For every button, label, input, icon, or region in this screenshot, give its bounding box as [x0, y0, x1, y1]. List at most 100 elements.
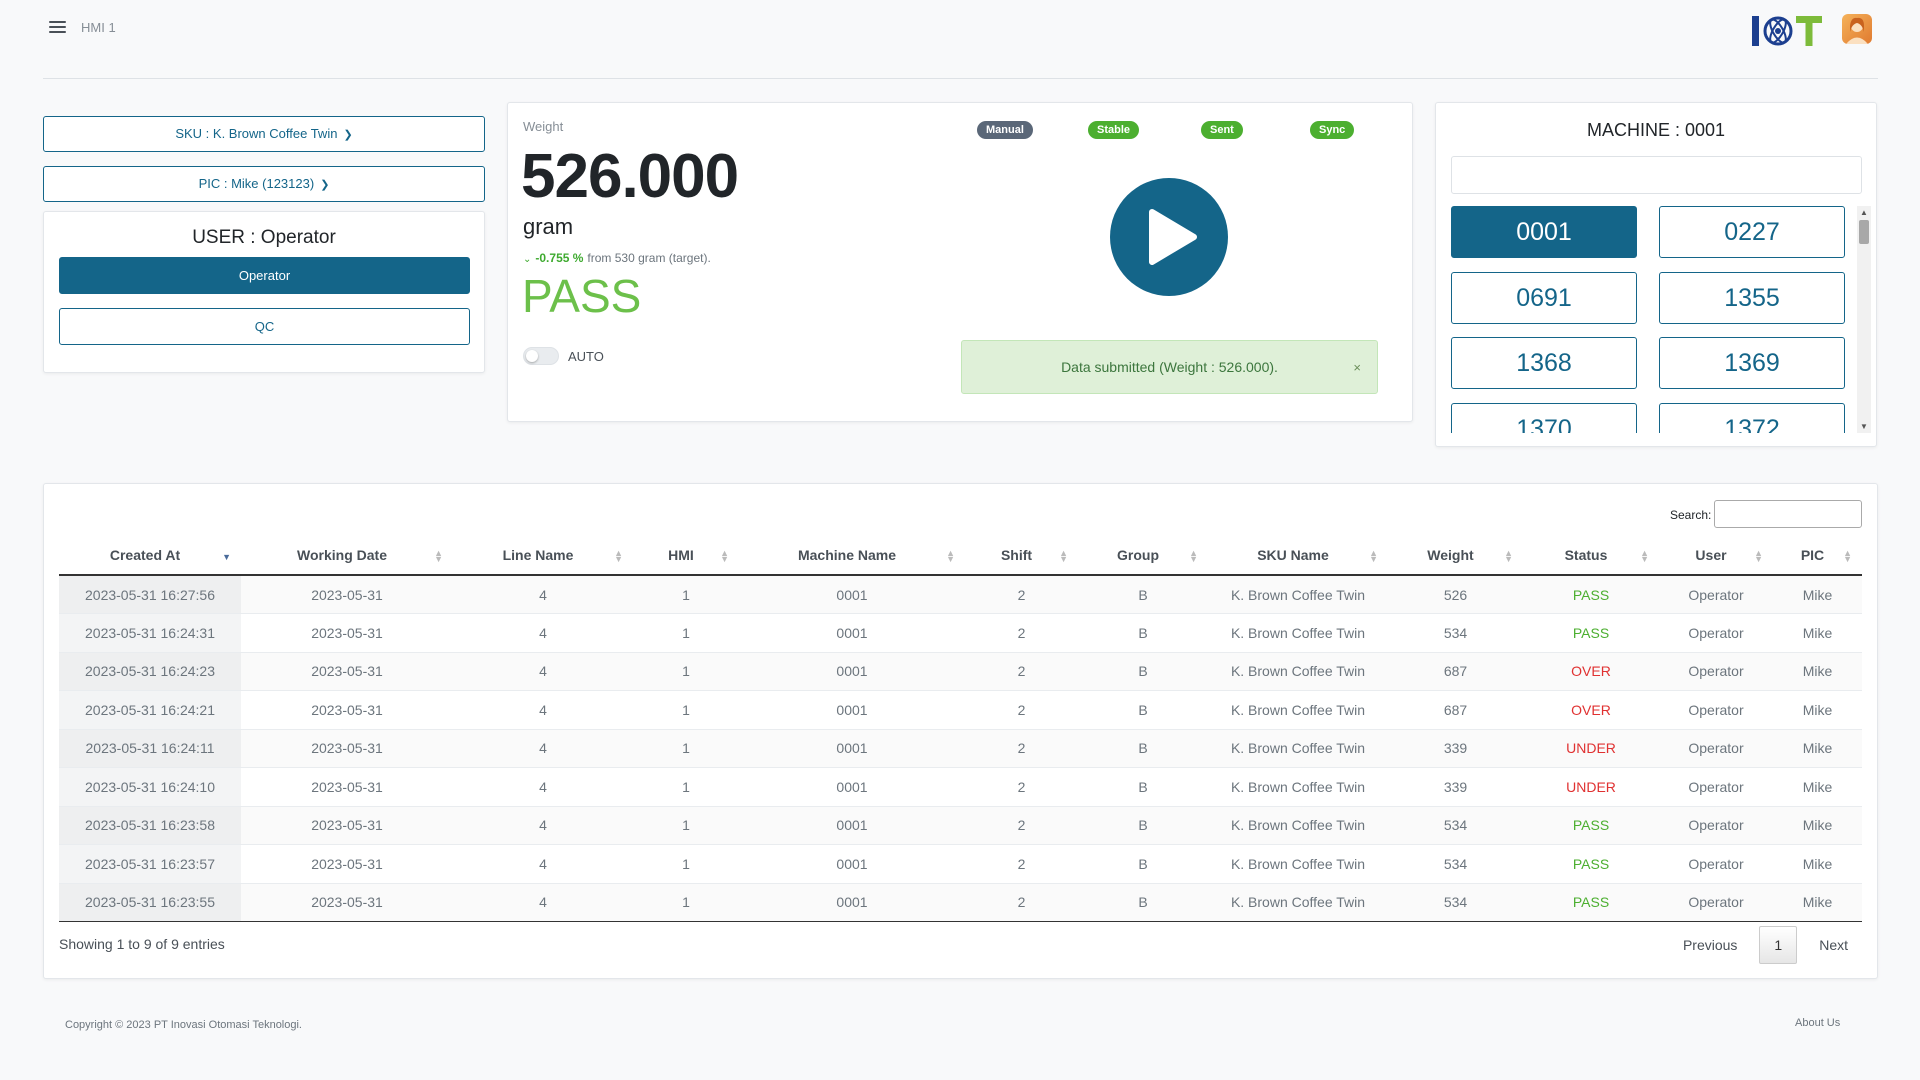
table-cell: UNDER	[1523, 729, 1659, 768]
table-cell: K. Brown Coffee Twin	[1208, 690, 1388, 730]
play-button[interactable]	[1110, 178, 1228, 296]
sku-select[interactable]: SKU : K. Brown Coffee Twin ❯	[43, 116, 485, 152]
role-qc-button[interactable]: QC	[59, 308, 470, 345]
col-machine-name[interactable]: Machine Name ▲ ▼	[739, 536, 965, 576]
previous-page-button[interactable]: Previous	[1683, 937, 1737, 953]
table-cell: Mike	[1773, 806, 1862, 845]
weight-label: Weight	[523, 119, 564, 134]
table-cell: 2023-05-31 16:24:31	[59, 613, 241, 653]
menu-icon[interactable]	[49, 21, 66, 35]
iot-logo	[1750, 10, 1825, 50]
col-shift[interactable]: Shift ▲ ▼	[965, 536, 1078, 576]
table-cell: 2	[965, 613, 1078, 653]
table-cell: 4	[453, 613, 633, 653]
col-working-date[interactable]: Working Date ▲ ▼	[241, 536, 453, 576]
table-cell: 2	[965, 729, 1078, 768]
table-header-row: Created At ▼ Working Date ▲ ▼ Line Name ▲ ▼ H…	[59, 536, 1862, 576]
col-user[interactable]: User ▲ ▼	[1659, 536, 1773, 576]
table-cell: Operator	[1659, 729, 1773, 768]
machine-search-input[interactable]	[1451, 156, 1862, 194]
column-header-label: User	[1695, 547, 1727, 563]
page-1-button[interactable]: 1	[1759, 926, 1798, 964]
chevron-down-icon: ❯	[343, 129, 353, 141]
machine-item-0691[interactable]: 0691	[1451, 272, 1637, 324]
table-cell: 2023-05-31	[241, 690, 453, 730]
scroll-down-icon[interactable]: ▼	[1860, 422, 1868, 431]
col-hmi[interactable]: HMI ▲ ▼	[633, 536, 739, 576]
column-header-label: HMI	[668, 547, 694, 563]
table-cell: 4	[453, 767, 633, 807]
auto-toggle[interactable]	[523, 347, 559, 365]
page-title: HMI 1	[81, 20, 116, 35]
badge-sync: Sync	[1310, 121, 1355, 139]
table-cell: 2023-05-31 16:24:11	[59, 729, 241, 768]
table-cell: 2023-05-31	[241, 575, 453, 614]
table-cell: 2023-05-31	[241, 844, 453, 884]
table-cell: Mike	[1773, 652, 1862, 691]
table-cell: Mike	[1773, 883, 1862, 922]
machine-item-1368[interactable]: 1368	[1451, 337, 1637, 389]
weight-card: Weight 526.000 gram ⌄ -0.755 % from 530 gr…	[507, 102, 1413, 422]
table-cell: 339	[1388, 729, 1523, 768]
table-cell: 0001	[739, 767, 965, 807]
about-us-link[interactable]: About Us	[1795, 1017, 1840, 1029]
table-cell: 0001	[739, 883, 965, 922]
col-group[interactable]: Group ▲ ▼	[1078, 536, 1208, 576]
table-cell: Operator	[1659, 652, 1773, 691]
machine-title: MACHINE : 0001	[1586, 120, 1726, 140]
pic-select[interactable]: PIC : Mike (123123) ❯	[43, 166, 485, 202]
table-cell: 1	[633, 652, 739, 691]
machine-item-0227[interactable]: 0227	[1659, 206, 1845, 258]
table-cell: 2023-05-31 16:27:56	[59, 575, 241, 614]
machine-item-1369[interactable]: 1369	[1659, 337, 1845, 389]
machine-item-1370[interactable]: 1370	[1451, 403, 1637, 433]
table-cell: B	[1078, 844, 1208, 884]
machine-item-0001[interactable]: 0001	[1451, 206, 1637, 258]
column-header-label: Status	[1564, 547, 1608, 563]
col-sku-name[interactable]: SKU Name ▲ ▼	[1208, 536, 1388, 576]
col-status[interactable]: Status ▲ ▼	[1523, 536, 1659, 576]
col-line-name[interactable]: Line Name ▲ ▼	[453, 536, 633, 576]
machine-card: MACHINE : 0001 0001 0227 0691 1355 1368 …	[1435, 102, 1877, 447]
col-weight[interactable]: Weight ▲ ▼	[1388, 536, 1523, 576]
table-cell: 2	[965, 844, 1078, 884]
machine-item-1372[interactable]: 1372	[1659, 403, 1845, 433]
col-pic[interactable]: PIC ▲ ▼	[1773, 536, 1862, 576]
table-cell: Mike	[1773, 575, 1862, 614]
pagination: Previous 1 Next	[1683, 926, 1862, 966]
weight-unit: gram	[523, 214, 574, 239]
machine-item-1355[interactable]: 1355	[1659, 272, 1845, 324]
chevron-down-icon: ❯	[320, 179, 330, 191]
table-cell: K. Brown Coffee Twin	[1208, 767, 1388, 807]
col-created-at[interactable]: Created At ▼	[59, 536, 241, 576]
table-search-input[interactable]	[1714, 500, 1862, 528]
table-row: 2023-05-31 16:24:31 2023-05-31 4 1 0001 2 B K. …	[59, 613, 1862, 653]
table-cell: UNDER	[1523, 767, 1659, 807]
table-cell: PASS	[1523, 883, 1659, 922]
table-cell: 1	[633, 729, 739, 768]
alert-text: Data submitted (Weight : 526.000).	[1061, 359, 1278, 375]
machine-list-scrollbar[interactable]: ▲ ▼	[1857, 206, 1871, 433]
table-cell: 2023-05-31	[241, 613, 453, 653]
table-cell: PASS	[1523, 844, 1659, 884]
table-cell: B	[1078, 767, 1208, 807]
user-avatar[interactable]	[1842, 14, 1872, 44]
close-icon[interactable]: ×	[1353, 342, 1361, 394]
top-bar: HMI 1	[0, 0, 1920, 80]
table-cell: Mike	[1773, 613, 1862, 653]
table-row: 2023-05-31 16:23:57 2023-05-31 4 1 0001 2 B K. …	[59, 844, 1862, 884]
sort-icon: ▲ ▼	[1640, 548, 1649, 564]
sort-icon: ▲ ▼	[1504, 548, 1513, 564]
table-cell: Operator	[1659, 575, 1773, 614]
table-cell: 4	[453, 690, 633, 730]
table-cell: 0001	[739, 652, 965, 691]
sort-icon: ▲ ▼	[1369, 548, 1378, 564]
next-page-button[interactable]: Next	[1819, 937, 1848, 953]
table-row: 2023-05-31 16:24:23 2023-05-31 4 1 0001 2 B K. …	[59, 652, 1862, 691]
scrollbar-thumb[interactable]	[1859, 220, 1869, 244]
role-operator-button[interactable]: Operator	[59, 257, 470, 294]
scroll-up-icon[interactable]: ▲	[1860, 208, 1868, 217]
sku-select-label: SKU : K. Brown Coffee Twin	[175, 126, 338, 141]
table-cell: 4	[453, 883, 633, 922]
table-cell: 0001	[739, 806, 965, 845]
